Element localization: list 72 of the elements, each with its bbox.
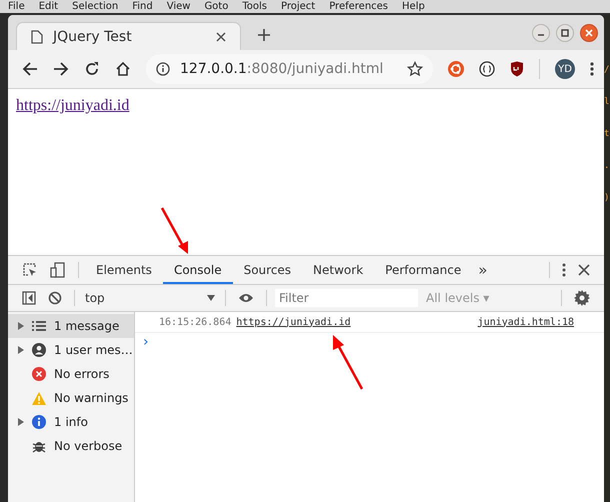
expand-arrow-icon[interactable] [18, 418, 24, 426]
close-icon[interactable] [580, 24, 598, 42]
code-fragment: l [604, 97, 610, 107]
browser-tab[interactable]: JQuery Test [16, 22, 241, 50]
expand-arrow-icon[interactable] [18, 322, 24, 330]
sidebar-item[interactable]: No verbose [8, 434, 134, 458]
braces-icon[interactable] [479, 61, 495, 77]
menu-item[interactable]: Help [402, 1, 425, 12]
more-tabs-button[interactable]: » [472, 261, 494, 279]
menu-item[interactable]: Goto [204, 1, 228, 12]
warning-icon [32, 392, 46, 404]
devtools-tab[interactable]: Sources [232, 256, 302, 284]
dropdown-caret-icon [207, 295, 215, 301]
maximize-icon[interactable] [556, 24, 574, 42]
sidebar-item[interactable]: No errors [8, 362, 134, 386]
sidebar-toggle-icon[interactable] [22, 291, 36, 305]
info-icon [32, 415, 46, 429]
tab-title: JQuery Test [53, 28, 133, 44]
source-link[interactable]: juniyadi.html:18 [478, 316, 574, 328]
menu-item[interactable]: File [8, 1, 25, 12]
error-icon [32, 367, 46, 381]
console-prompt[interactable]: › [135, 333, 153, 351]
back-icon[interactable] [22, 61, 38, 77]
devtools-tab[interactable]: Elements [85, 256, 163, 284]
new-tab-icon[interactable] [257, 28, 271, 42]
info-icon[interactable] [156, 62, 170, 76]
ubuntu-icon[interactable] [448, 61, 464, 77]
code-fragment: . [604, 161, 610, 171]
sidebar-item[interactable]: 1 info [8, 410, 134, 434]
context-select[interactable]: top [81, 291, 219, 305]
bug-icon [32, 439, 46, 453]
menu-icon[interactable] [590, 61, 594, 77]
page-icon [31, 30, 43, 44]
sidebar-item[interactable]: 1 message [8, 314, 134, 338]
star-icon[interactable] [407, 61, 423, 77]
address-bar[interactable]: 127.0.0.1:8080/juniyadi.html [146, 54, 433, 84]
eye-icon[interactable] [238, 292, 254, 304]
user-icon [32, 343, 46, 357]
devtools-tab[interactable]: Performance [374, 256, 472, 284]
menu-item[interactable]: Tools [242, 1, 267, 12]
settings-icon[interactable] [574, 290, 590, 306]
annotation-arrow [330, 333, 364, 391]
annotation-arrow [160, 206, 190, 256]
reload-icon[interactable] [84, 61, 100, 77]
expand-arrow-icon[interactable] [18, 346, 24, 354]
inspect-icon[interactable] [22, 262, 38, 278]
sidebar-item[interactable]: 1 user mes… [8, 338, 134, 362]
close-icon[interactable] [578, 264, 590, 276]
code-fragment: ) [604, 193, 610, 203]
sidebar-item[interactable]: No warnings [8, 386, 134, 410]
shield-icon[interactable] [510, 61, 524, 77]
home-icon[interactable] [115, 61, 131, 77]
code-fragment: / [604, 65, 610, 75]
list-icon [32, 320, 46, 332]
menu-item[interactable]: View [166, 1, 190, 12]
code-fragment: t [604, 129, 610, 139]
timestamp: 16:15:26.864 [159, 316, 232, 328]
menu-item[interactable]: Project [280, 1, 316, 12]
clear-icon[interactable] [48, 291, 62, 305]
forward-icon[interactable] [53, 61, 69, 77]
profile-avatar[interactable]: YD [555, 59, 575, 79]
menu-item[interactable]: Find [132, 1, 153, 12]
menu-item[interactable]: Edit [38, 1, 58, 12]
page-link[interactable]: https://juniyadi.id [16, 97, 130, 114]
menu-item[interactable]: Preferences [329, 1, 388, 12]
menu-icon[interactable] [562, 263, 566, 277]
log-link[interactable]: https://juniyadi.id [236, 316, 351, 328]
devtools-tab[interactable]: Network [302, 256, 374, 284]
device-icon[interactable] [50, 262, 66, 278]
menu-item[interactable]: Selection [72, 1, 118, 12]
filter-field[interactable]: Filter [275, 289, 418, 307]
close-icon[interactable] [216, 32, 226, 42]
